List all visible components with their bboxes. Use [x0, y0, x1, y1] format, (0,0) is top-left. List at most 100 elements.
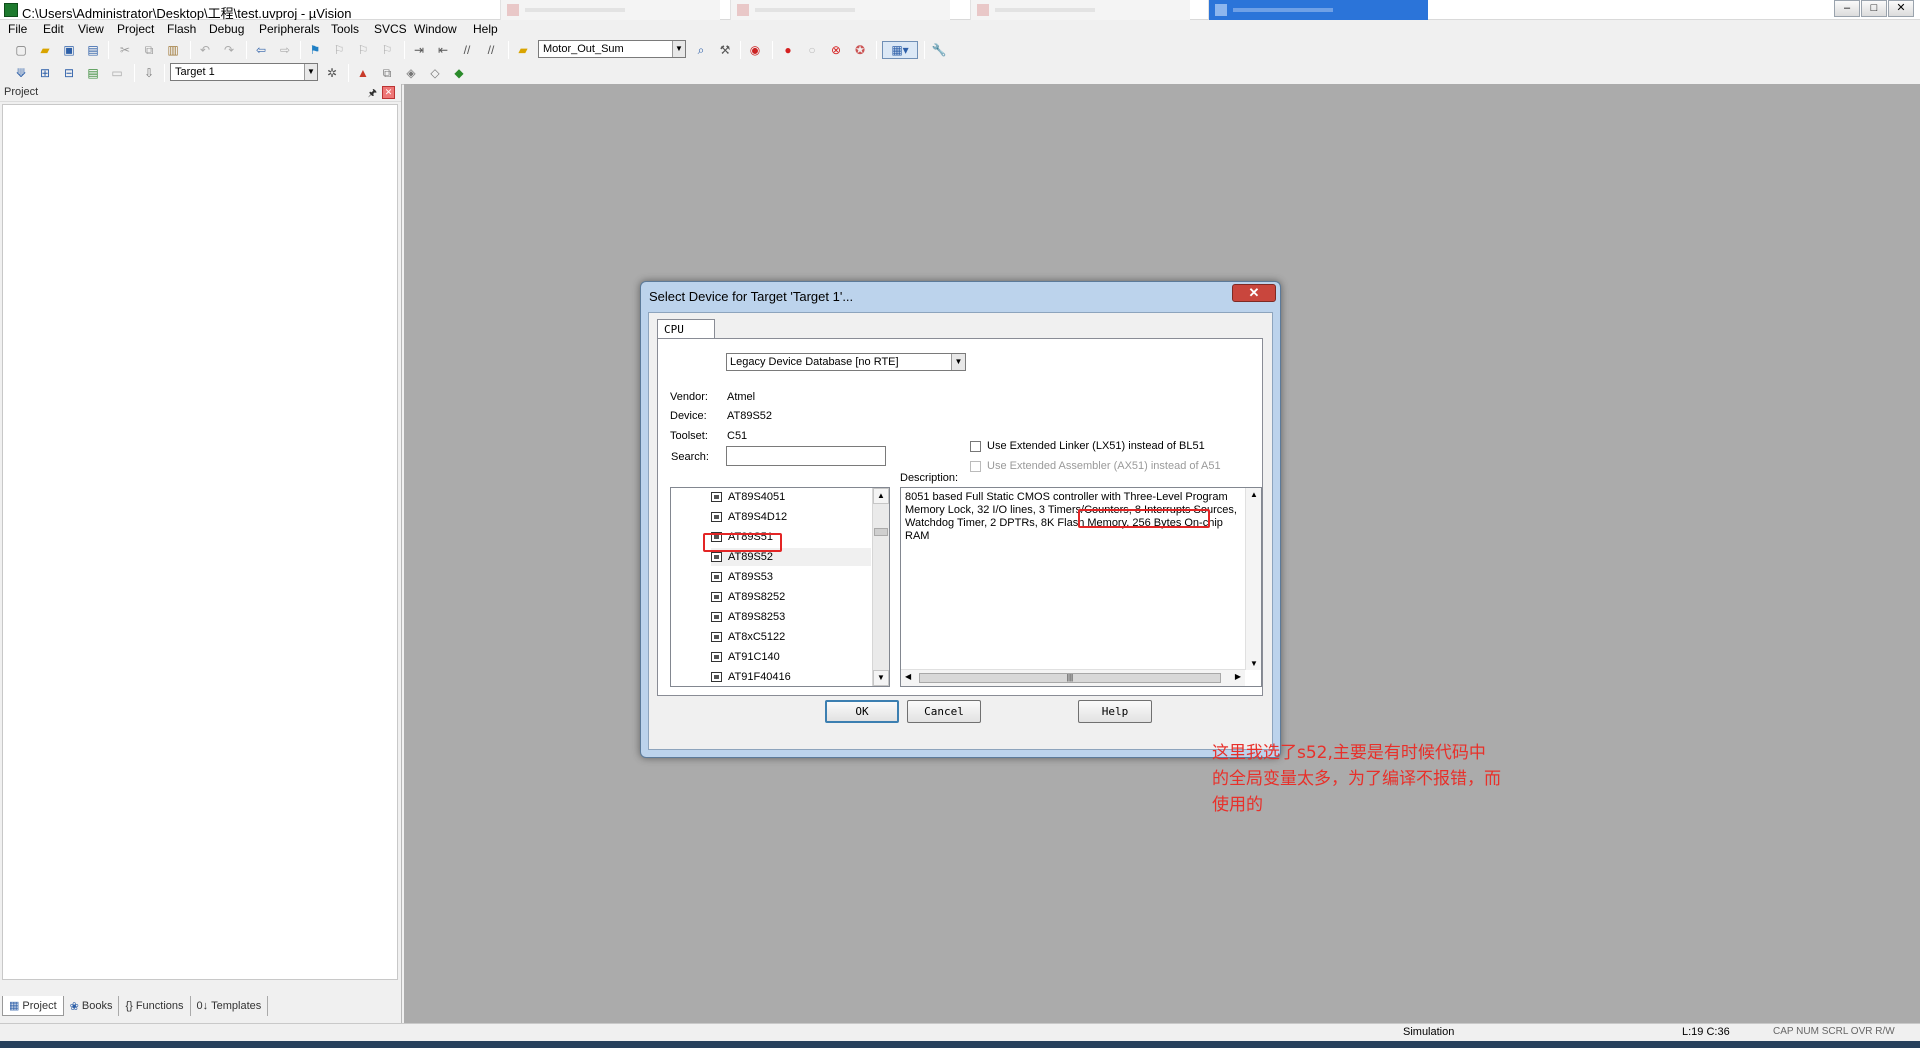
rebuild-icon[interactable]: ⊟	[60, 64, 78, 82]
device-item[interactable]: AT91F40416	[711, 668, 871, 686]
uncomment-icon[interactable]: //	[482, 41, 500, 59]
translate-icon[interactable]: ⟱	[12, 64, 30, 82]
target-options-icon[interactable]: ✲	[323, 64, 341, 82]
close-icon[interactable]: ✕	[382, 86, 395, 99]
cut-icon[interactable]: ✂	[116, 41, 134, 59]
rte-icon[interactable]: ◆	[450, 64, 468, 82]
tab-project[interactable]: ▦ Project	[2, 996, 64, 1016]
tab-functions[interactable]: {} Functions	[119, 996, 191, 1016]
device-item[interactable]: AT8xC5122	[711, 628, 871, 646]
background-tab[interactable]	[500, 0, 720, 20]
device-item-label: AT8xC5122	[728, 631, 786, 643]
start-debug-icon[interactable]: ◉	[746, 41, 764, 59]
cancel-button[interactable]: Cancel	[907, 700, 981, 723]
extended-linker-checkbox[interactable]: Use Extended Linker (LX51) instead of BL…	[970, 440, 1205, 452]
batch-build-icon[interactable]: ▤	[84, 64, 102, 82]
description-box[interactable]: 8051 based Full Static CMOS controller w…	[900, 487, 1501, 815]
menu-view[interactable]: View	[78, 22, 104, 36]
manage-components-icon[interactable]: ▲	[354, 64, 372, 82]
pin-icon[interactable]: 🖈	[368, 86, 377, 103]
disable-all-breakpoints-icon[interactable]: ✪	[851, 41, 869, 59]
device-item[interactable]: AT89S4051	[711, 488, 871, 506]
menu-project[interactable]: Project	[117, 22, 154, 36]
copy-icon[interactable]: ⧉	[140, 41, 158, 59]
background-tab[interactable]	[970, 0, 1190, 20]
window-layout-icon[interactable]: ▦▾	[882, 41, 918, 59]
file-extensions-icon[interactable]: ⧉	[378, 64, 396, 82]
unindent-icon[interactable]: ⇤	[434, 41, 452, 59]
minimize-button[interactable]: –	[1834, 0, 1860, 17]
disable-breakpoint-icon[interactable]: ○	[803, 41, 821, 59]
download-icon[interactable]: ⇩	[140, 64, 158, 82]
breakpoint-icon[interactable]: ●	[779, 41, 797, 59]
new-file-icon[interactable]: ▢	[12, 41, 30, 59]
device-list-scrollbar[interactable]: ▲ ▼	[872, 488, 889, 686]
menu-window[interactable]: Window	[414, 22, 457, 36]
maximize-button[interactable]: □	[1861, 0, 1887, 17]
device-item[interactable]: AT89S8252	[711, 588, 871, 606]
scroll-down-icon[interactable]: ▼	[873, 670, 889, 686]
menu-peripherals[interactable]: Peripherals	[259, 22, 320, 36]
device-item[interactable]: AT89S51	[711, 528, 871, 546]
pack-installer-icon[interactable]: ◇	[426, 64, 444, 82]
chevron-down-icon[interactable]: ▼	[304, 64, 317, 80]
menu-svcs[interactable]: SVCS	[374, 22, 407, 36]
close-window-button[interactable]: ✕	[1888, 0, 1914, 17]
device-item[interactable]: AT89S53	[711, 568, 871, 586]
chevron-down-icon[interactable]: ▼	[951, 354, 965, 370]
tab-templates[interactable]: 0↓ Templates	[191, 996, 269, 1016]
configure-tools-icon[interactable]: 🔧	[930, 41, 948, 59]
next-bookmark-icon[interactable]: ⚐	[354, 41, 372, 59]
background-tab-active[interactable]	[1208, 0, 1428, 20]
menu-flash[interactable]: Flash	[167, 22, 196, 36]
incremental-find-icon[interactable]: ⚒	[716, 41, 734, 59]
scroll-thumb[interactable]	[874, 528, 888, 536]
comment-icon[interactable]: //	[458, 41, 476, 59]
save-icon[interactable]: ▣	[60, 41, 78, 59]
find-icon[interactable]: ⌕	[692, 41, 710, 59]
chevron-down-icon[interactable]: ▼	[672, 41, 685, 57]
navigate-forward-icon[interactable]: ⇨	[276, 41, 294, 59]
prev-bookmark-icon[interactable]: ⚐	[330, 41, 348, 59]
save-all-icon[interactable]: ▤	[84, 41, 102, 59]
menu-debug[interactable]: Debug	[209, 22, 244, 36]
navigate-back-icon[interactable]: ⇦	[252, 41, 270, 59]
device-item[interactable]: AT89S4D12	[711, 508, 871, 526]
search-input[interactable]	[726, 446, 886, 466]
clear-bookmarks-icon[interactable]: ⚐	[378, 41, 396, 59]
description-horizontal-scrollbar[interactable]: ◀ ||| ▶	[901, 669, 1245, 686]
device-item[interactable]: AT89S8253	[711, 608, 871, 626]
menu-file[interactable]: File	[8, 22, 27, 36]
device-item-selected[interactable]: AT89S52	[711, 548, 871, 566]
stop-build-icon[interactable]: ▭	[108, 64, 126, 82]
dialog-close-button[interactable]: ✕	[1232, 284, 1276, 302]
scroll-up-icon[interactable]: ▲	[873, 488, 889, 504]
help-button[interactable]: Help	[1078, 700, 1152, 723]
select-packs-icon[interactable]: ◈	[402, 64, 420, 82]
bookmark-icon[interactable]: ⚑	[306, 41, 324, 59]
kill-breakpoints-icon[interactable]: ⊗	[827, 41, 845, 59]
menu-tools[interactable]: Tools	[331, 22, 359, 36]
ok-button[interactable]: OK	[825, 700, 899, 723]
find-combo[interactable]: Motor_Out_Sum ▼	[538, 40, 686, 58]
description-vertical-scrollbar[interactable]: ▲ ▼	[1245, 488, 1261, 670]
target-combo[interactable]: Target 1 ▼	[170, 63, 318, 81]
indent-icon[interactable]: ⇥	[410, 41, 428, 59]
build-icon[interactable]: ⊞	[36, 64, 54, 82]
find-in-files-icon[interactable]: ▰	[514, 41, 532, 59]
device-item-label: AT89S8253	[728, 611, 786, 623]
background-tab[interactable]	[730, 0, 950, 20]
checkbox-icon[interactable]	[970, 440, 981, 452]
undo-icon[interactable]: ↶	[196, 41, 214, 59]
tab-books[interactable]: ❀ Books	[64, 996, 120, 1016]
device-item[interactable]: AT91C140	[711, 648, 871, 666]
menu-edit[interactable]: Edit	[43, 22, 64, 36]
tab-cpu[interactable]: CPU	[657, 319, 715, 339]
paste-icon[interactable]: ▥	[164, 41, 182, 59]
open-folder-icon[interactable]: ▰	[36, 41, 54, 59]
device-tree[interactable]: AT89S4051 AT89S4D12 AT89S51 AT89S52 AT89…	[670, 487, 890, 687]
redo-icon[interactable]: ↷	[220, 41, 238, 59]
device-database-select[interactable]: Legacy Device Database [no RTE] ▼	[726, 353, 966, 371]
menu-help[interactable]: Help	[473, 22, 498, 36]
project-tree[interactable]	[2, 104, 398, 980]
